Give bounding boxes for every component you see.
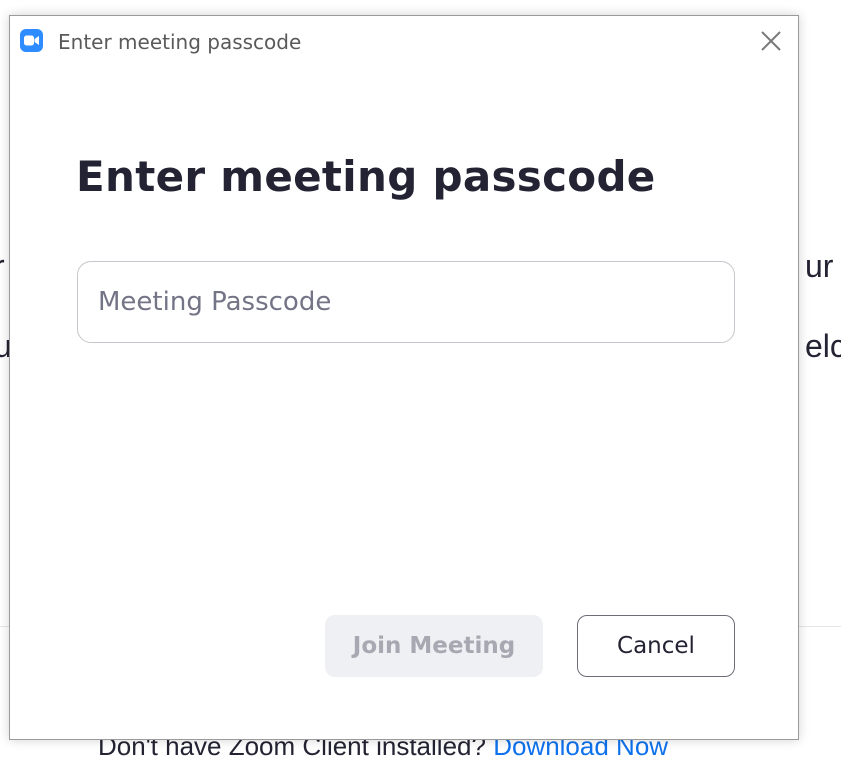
dialog-titlebar: Enter meeting passcode	[10, 16, 798, 66]
background-text-fragment: ur	[805, 248, 834, 284]
cancel-button[interactable]: Cancel	[577, 615, 735, 677]
dialog-heading: Enter meeting passcode	[76, 152, 656, 201]
zoom-camera-icon	[20, 29, 43, 52]
window-title: Enter meeting passcode	[58, 30, 302, 54]
close-button[interactable]	[758, 28, 784, 54]
background-text-fragment: elc	[805, 328, 841, 364]
meeting-passcode-input[interactable]	[77, 261, 735, 343]
background-text-fragment: r	[0, 248, 5, 285]
close-icon	[761, 31, 781, 51]
passcode-dialog: Enter meeting passcode Enter meeting pas…	[9, 15, 799, 740]
join-meeting-button[interactable]: Join Meeting	[325, 615, 543, 677]
